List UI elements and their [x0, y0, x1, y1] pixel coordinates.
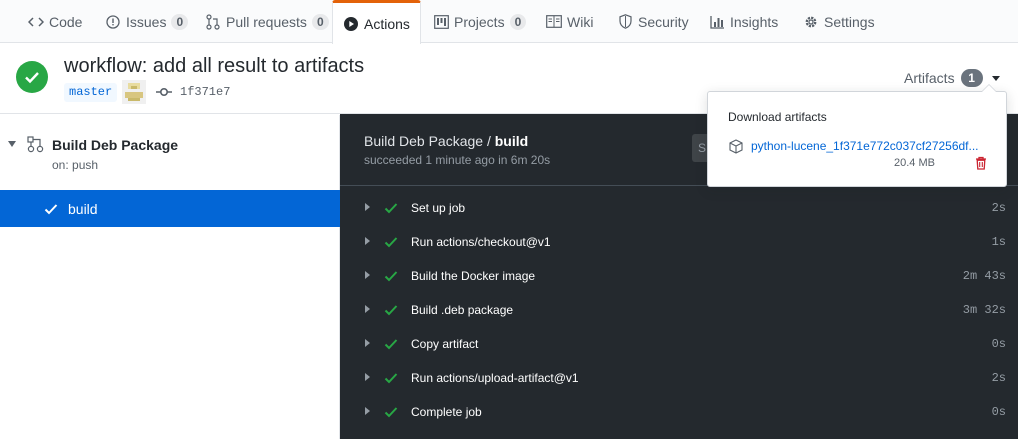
- tab-count: 0: [171, 13, 189, 30]
- check-icon: [384, 235, 398, 251]
- repo-nav-tabs: Code Issues 0 Pull requests 0 Actions Pr…: [0, 0, 1018, 44]
- check-icon: [384, 201, 398, 217]
- tab-count: 0: [509, 13, 527, 30]
- tab-security[interactable]: Security: [617, 0, 689, 43]
- issue-icon: [105, 14, 121, 30]
- chevron-down-icon: [991, 75, 1000, 81]
- tab-pull-requests[interactable]: Pull requests 0: [205, 0, 329, 43]
- step-duration: 2m 43s: [962, 269, 1006, 283]
- log-workflow-name: Build Deb Package: [364, 133, 484, 149]
- step-row-set-up-job[interactable]: Set up job 2s: [340, 191, 1018, 225]
- step-row-build-the-docker-image[interactable]: Build the Docker image 2m 43s: [340, 259, 1018, 293]
- tab-actions[interactable]: Actions: [332, 0, 421, 44]
- tab-label: Actions: [364, 15, 410, 32]
- trash-icon[interactable]: [975, 156, 987, 173]
- step-name: Set up job: [411, 201, 466, 215]
- tab-wiki[interactable]: Wiki: [546, 0, 593, 43]
- commit-sha[interactable]: 1f371e7: [180, 85, 230, 99]
- tab-label: Code: [49, 13, 83, 30]
- graph-icon: [709, 14, 725, 30]
- log-title-separator: /: [483, 133, 495, 149]
- step-name: Build .deb package: [411, 303, 514, 317]
- log-summary: succeeded 1 minute ago in 6m 20s: [364, 153, 551, 167]
- collapse-caret-icon[interactable]: [8, 141, 16, 147]
- step-row-build-deb-package[interactable]: Build .deb package 3m 32s: [340, 293, 1018, 327]
- step-name: Run actions/upload-artifact@v1: [411, 371, 579, 385]
- step-name: Complete job: [411, 405, 482, 419]
- log-title: Build Deb Package / build: [364, 133, 528, 149]
- log-job-name: build: [494, 133, 529, 149]
- step-name: Build the Docker image: [411, 269, 536, 283]
- tab-label: Projects: [454, 13, 505, 30]
- step-duration: 2s: [991, 371, 1006, 385]
- pull-request-icon: [205, 13, 221, 30]
- tab-issues[interactable]: Issues 0: [105, 0, 189, 43]
- step-row-run-actions-upload-artifact-v1[interactable]: Run actions/upload-artifact@v1 2s: [340, 361, 1018, 395]
- artifacts-label: Artifacts: [904, 70, 955, 86]
- workflow-sidebar: Build Deb Package on: push build: [0, 115, 340, 439]
- workflow-name[interactable]: Build Deb Package: [52, 137, 178, 153]
- tab-label: Settings: [824, 13, 875, 30]
- check-icon: [384, 405, 398, 421]
- commit-icon: [156, 84, 172, 100]
- step-row-copy-artifact[interactable]: Copy artifact 0s: [340, 327, 1018, 361]
- tab-label: Issues: [126, 13, 167, 30]
- artifact-size: 20.4 MB: [894, 157, 935, 169]
- workflow-trigger: on: push: [52, 158, 99, 172]
- tab-insights[interactable]: Insights: [709, 0, 778, 43]
- tab-code[interactable]: Code: [28, 0, 82, 43]
- expand-caret-icon[interactable]: [365, 407, 370, 415]
- step-duration: 2s: [991, 201, 1006, 215]
- popover-title: Download artifacts: [728, 110, 827, 124]
- expand-caret-icon[interactable]: [365, 203, 370, 211]
- step-row-run-actions-checkout-v1[interactable]: Run actions/checkout@v1 1s: [340, 225, 1018, 259]
- step-duration: 0s: [991, 405, 1006, 419]
- job-label: build: [68, 201, 98, 217]
- expand-caret-icon[interactable]: [365, 305, 370, 313]
- package-icon: [729, 139, 743, 157]
- step-name: Run actions/checkout@v1: [411, 235, 551, 249]
- avatar[interactable]: [122, 80, 146, 104]
- success-status-icon: [16, 61, 48, 93]
- tab-settings[interactable]: Settings: [803, 0, 875, 43]
- check-icon: [384, 269, 398, 285]
- expand-caret-icon[interactable]: [365, 237, 370, 245]
- tab-label: Security: [638, 13, 689, 30]
- step-duration: 0s: [991, 337, 1006, 351]
- tab-label: Pull requests: [226, 13, 307, 30]
- branch-label[interactable]: master: [64, 83, 118, 102]
- shield-icon: [617, 14, 633, 30]
- step-duration: 3m 32s: [962, 303, 1006, 317]
- expand-caret-icon[interactable]: [365, 373, 370, 381]
- tab-count: 0: [311, 13, 329, 30]
- step-duration: 1s: [991, 235, 1006, 249]
- artifacts-count: 1: [960, 69, 983, 87]
- gear-icon: [803, 14, 819, 30]
- expand-caret-icon[interactable]: [365, 271, 370, 279]
- check-icon: [44, 202, 58, 218]
- check-icon: [384, 337, 398, 353]
- play-icon: [343, 16, 359, 32]
- artifacts-popover: Download artifacts python-lucene_1f371e7…: [707, 84, 1007, 187]
- tab-label: Insights: [730, 13, 779, 30]
- book-icon: [546, 14, 562, 30]
- step-name: Copy artifact: [411, 337, 479, 351]
- tab-label: Wiki: [567, 13, 594, 30]
- check-icon: [384, 303, 398, 319]
- sidebar-item-build[interactable]: build: [0, 190, 340, 227]
- workflow-icon: [27, 136, 45, 157]
- run-title: workflow: add all result to artifacts: [64, 55, 365, 77]
- step-row-complete-job[interactable]: Complete job 0s: [340, 395, 1018, 429]
- code-icon: [28, 14, 44, 30]
- check-icon: [384, 371, 398, 387]
- expand-caret-icon[interactable]: [365, 339, 370, 347]
- project-icon: [433, 14, 449, 30]
- artifact-download-link[interactable]: python-lucene_1f371e772c037cf27256df...: [751, 139, 981, 153]
- tab-projects[interactable]: Projects 0: [433, 0, 527, 43]
